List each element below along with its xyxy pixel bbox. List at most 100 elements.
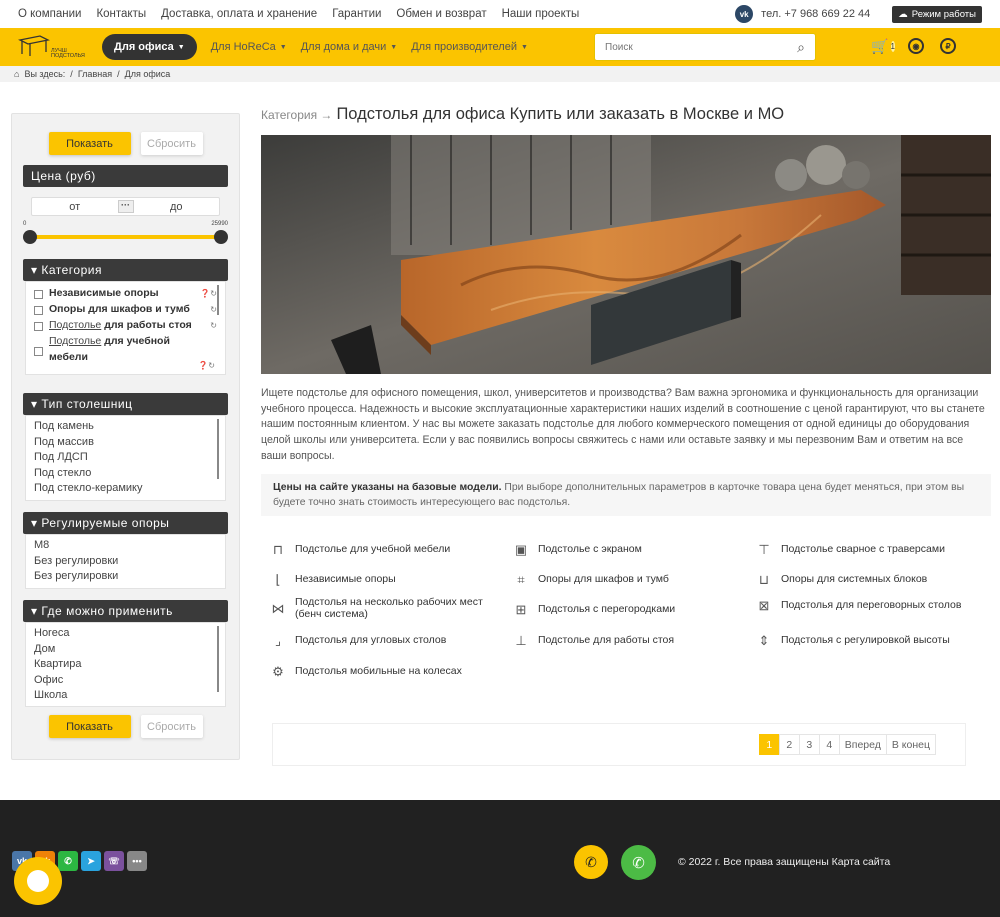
whatsapp-icon[interactable]: ✆ bbox=[58, 851, 78, 871]
category-item[interactable]: Опоры для шкафов и тумб ↻ bbox=[34, 302, 217, 318]
footer: vk ok ✆ ➤ ☏ ••• ✆ ✆ © 2022 г. Все права … bbox=[0, 800, 1000, 917]
account-icon[interactable]: ◉ bbox=[908, 38, 924, 54]
breadcrumb-home[interactable]: Главная bbox=[78, 69, 112, 79]
top-link-projects[interactable]: Наши проекты bbox=[502, 8, 580, 20]
subcategory-item[interactable]: ▣ Подстолье с экраном bbox=[512, 541, 742, 559]
subcategory-item[interactable]: ⊥ Подстолье для работы стоя bbox=[512, 632, 742, 650]
checkbox[interactable] bbox=[34, 289, 43, 299]
scrollbar[interactable] bbox=[217, 285, 219, 315]
vk-icon[interactable]: vk bbox=[735, 5, 754, 23]
list-item[interactable]: Дом bbox=[34, 642, 217, 658]
page-2[interactable]: 2 bbox=[778, 734, 800, 755]
telegram-icon[interactable]: ➤ bbox=[81, 851, 101, 871]
show-button[interactable]: Показать bbox=[48, 132, 131, 155]
list-item[interactable]: Horeca bbox=[34, 626, 217, 642]
breadcrumb-current: Для офиса bbox=[124, 69, 171, 79]
price-note-bold: Цены на сайте указаны на базовые модели. bbox=[273, 481, 502, 493]
copyright[interactable]: © 2022 г. Все права защищены Карта сайта bbox=[678, 856, 890, 868]
nav-home[interactable]: Для дома и дачи ▼ bbox=[301, 41, 397, 53]
subcategory-item[interactable]: ⋈ Подстолья на несколько рабочих мест (бе… bbox=[269, 596, 499, 620]
category-item[interactable]: Подстолье для работы стоя ↻ bbox=[34, 318, 217, 334]
list-item[interactable]: Без регулировки bbox=[34, 569, 217, 585]
nav-office[interactable]: Для офиса ▼ bbox=[102, 34, 197, 60]
list-item[interactable]: Офис bbox=[34, 673, 217, 689]
list-item[interactable]: Под ЛДСП bbox=[34, 450, 217, 466]
category-label[interactable]: Категория → bbox=[261, 108, 332, 122]
top-link-contacts[interactable]: Контакты bbox=[96, 8, 146, 20]
call-button[interactable]: ✆ bbox=[574, 845, 608, 879]
list-item[interactable]: Под массив bbox=[34, 435, 217, 451]
nav-manufacturers[interactable]: Для производителей ▼ bbox=[411, 41, 528, 53]
subcategory-item[interactable]: ⌟ Подстолья для угловых столов bbox=[269, 632, 499, 650]
price-filter-header[interactable]: Цена (руб) bbox=[23, 165, 228, 187]
more-icon[interactable]: ••• bbox=[127, 851, 147, 871]
subcategory-item[interactable]: ⇕ Подстолья с регулировкой высоты bbox=[755, 632, 991, 650]
subcategory-item[interactable]: ⊠ Подстолья для переговорных столов bbox=[755, 597, 991, 615]
list-item[interactable]: Школа bbox=[34, 688, 217, 704]
subcategory-item[interactable]: ⊞ Подстолья с перегородками bbox=[512, 601, 742, 619]
page-next[interactable]: Вперед bbox=[838, 734, 887, 755]
category-link[interactable]: Подстолье bbox=[49, 335, 101, 347]
slider-track[interactable] bbox=[30, 235, 221, 239]
top-link-exchange[interactable]: Обмен и возврат bbox=[396, 8, 486, 20]
top-link-about[interactable]: О компании bbox=[18, 8, 81, 20]
refresh-icon[interactable]: ↻ bbox=[210, 318, 217, 334]
viber-icon[interactable]: ☏ bbox=[104, 851, 124, 871]
checkbox[interactable] bbox=[34, 321, 43, 331]
page-4[interactable]: 4 bbox=[818, 734, 840, 755]
price-to-input[interactable]: до bbox=[134, 201, 220, 213]
subcategory-item[interactable]: ⚙ Подстолья мобильные на колесах bbox=[269, 663, 499, 681]
work-hours-button[interactable]: ☁ Режим работы bbox=[892, 5, 982, 23]
meeting-icon: ⊠ bbox=[758, 598, 770, 614]
refresh-icon[interactable]: ↻ bbox=[210, 302, 217, 318]
top-link-delivery[interactable]: Доставка, оплата и хранение bbox=[161, 8, 317, 20]
chat-icon bbox=[27, 870, 49, 892]
list-item[interactable]: Без регулировки bbox=[34, 554, 217, 570]
phone-number[interactable]: тел. +7 968 669 22 44 bbox=[761, 8, 870, 20]
chat-widget-button[interactable] bbox=[14, 857, 62, 905]
currency-icon[interactable]: ₽ bbox=[940, 38, 956, 54]
subcategory-label: Подстолья с перегородками bbox=[538, 603, 676, 616]
list-item[interactable]: Под камень bbox=[34, 419, 217, 435]
category-item[interactable]: Независимые опоры ❓↻ bbox=[34, 286, 217, 302]
slider-max-handle[interactable] bbox=[214, 230, 228, 244]
subcategory-item[interactable]: ⊓ Подстолье для учебной мебели bbox=[269, 541, 499, 559]
search-input[interactable] bbox=[605, 41, 798, 53]
category-item[interactable]: Подстолье для учебной мебели bbox=[34, 334, 217, 364]
list-item[interactable]: Квартира bbox=[34, 657, 217, 673]
help-icon[interactable]: ❓↻ bbox=[198, 361, 215, 370]
list-item[interactable]: M8 bbox=[34, 538, 217, 554]
subcategory-item[interactable]: ⊔ Опоры для системных блоков bbox=[755, 571, 991, 589]
list-item[interactable]: Под стекло bbox=[34, 466, 217, 482]
list-item[interactable]: Под стекло-керамику bbox=[34, 481, 217, 497]
top-link-warranty[interactable]: Гарантии bbox=[332, 8, 381, 20]
cart-button[interactable]: 🛒 1 bbox=[871, 37, 895, 55]
page-last[interactable]: В конец bbox=[885, 734, 936, 755]
reset-button-bottom[interactable]: Сбросить bbox=[140, 715, 203, 738]
supports-filter-header[interactable]: ▾ Регулируемые опоры bbox=[23, 512, 228, 534]
slider-min-handle[interactable] bbox=[23, 230, 37, 244]
reset-button[interactable]: Сбросить bbox=[140, 132, 203, 155]
nav-horeca[interactable]: Для HoReCa ▼ bbox=[211, 41, 287, 53]
subcategory-item[interactable]: ⌗ Опоры для шкафов и тумб bbox=[512, 571, 742, 589]
site-logo[interactable]: ЛУЧШ ПОДСТОЛЬЯ bbox=[18, 34, 85, 60]
checkbox[interactable] bbox=[34, 347, 43, 356]
pc-support-icon: ⊔ bbox=[758, 572, 770, 588]
where-filter-header[interactable]: ▾ Где можно применить bbox=[23, 600, 228, 622]
scrollbar[interactable] bbox=[217, 419, 219, 479]
scrollbar[interactable] bbox=[217, 626, 219, 692]
price-from-input[interactable]: от bbox=[32, 201, 118, 213]
help-icon[interactable]: ❓↻ bbox=[200, 286, 217, 302]
subcategory-item[interactable]: ⊤ Подстолье сварное с траверсами bbox=[755, 541, 991, 559]
category-filter-header[interactable]: ▾ Категория bbox=[23, 259, 228, 281]
show-button-bottom[interactable]: Показать bbox=[48, 715, 131, 738]
category-link[interactable]: Подстолье bbox=[49, 319, 101, 331]
search-icon[interactable]: ⌕ bbox=[797, 39, 805, 56]
page-1[interactable]: 1 bbox=[758, 734, 780, 755]
whatsapp-button[interactable]: ✆ bbox=[621, 845, 656, 880]
subcategory-item[interactable]: ⌊ Независимые опоры bbox=[269, 571, 499, 589]
tabletop-filter-header[interactable]: ▾ Тип столешниц bbox=[23, 393, 228, 415]
page-3[interactable]: 3 bbox=[798, 734, 820, 755]
chevron-down-icon: ▼ bbox=[390, 43, 398, 51]
checkbox[interactable] bbox=[34, 305, 43, 315]
